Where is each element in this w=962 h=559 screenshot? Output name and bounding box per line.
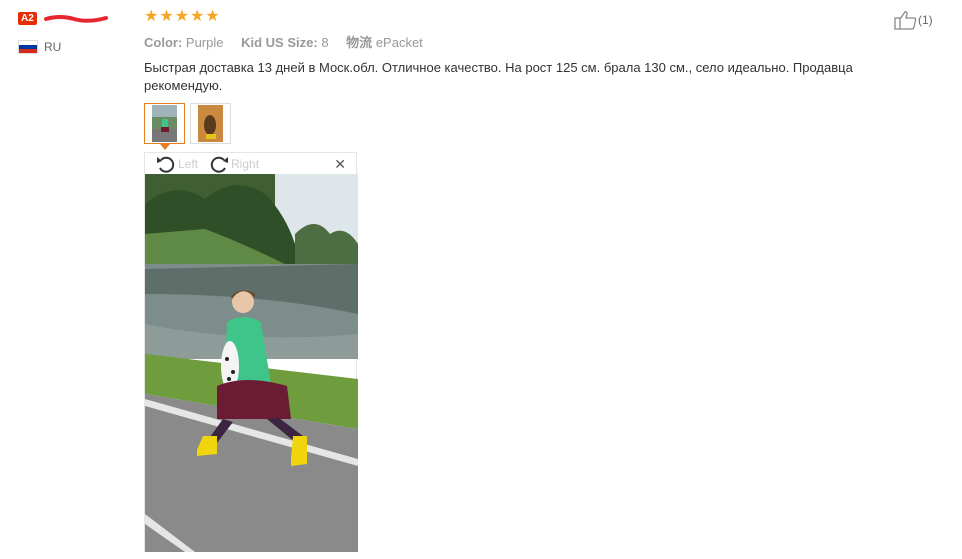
review-photo xyxy=(145,174,358,552)
rotate-left-label: Left xyxy=(178,157,199,171)
size-value: 8 xyxy=(321,35,329,50)
shipping-key: 物流 xyxy=(346,35,373,50)
thumbnail-2[interactable] xyxy=(190,103,231,144)
helpful-button[interactable]: (1) xyxy=(894,10,933,30)
thumbnail-1[interactable] xyxy=(144,103,185,150)
review-content: ★★★★★ Color: Purple Kid US Size: 8 物流 eP… xyxy=(144,8,864,150)
rotate-left-button[interactable]: Left xyxy=(155,154,198,174)
thumbnail-photo-2 xyxy=(198,105,223,142)
color-key: Color: xyxy=(144,35,183,50)
thumbs-up-icon xyxy=(894,11,917,30)
image-viewer: Left Right ✕ xyxy=(144,152,358,552)
rotate-right-label: Right xyxy=(231,157,260,171)
size-key: Kid US Size: xyxy=(241,35,318,50)
shipping-value: ePacket xyxy=(375,35,423,50)
active-thumbnail-pointer xyxy=(160,144,170,150)
color-value: Purple xyxy=(185,35,224,50)
rating-stars: ★★★★★ xyxy=(144,8,221,25)
reviewer-info: A2 RU xyxy=(18,10,128,54)
review-thumbnails xyxy=(144,103,864,150)
username-redacted xyxy=(44,14,109,24)
flag-ru-icon xyxy=(18,40,38,54)
helpful-count: (1) xyxy=(918,13,933,27)
close-icon[interactable]: ✕ xyxy=(334,156,346,173)
rotate-left-icon xyxy=(157,156,175,173)
level-badge: A2 xyxy=(18,12,37,26)
review-text: Быстрая доставка 13 дней в Моск.обл. Отл… xyxy=(144,60,853,93)
rotate-right-icon xyxy=(210,156,229,173)
country: RU xyxy=(18,40,128,54)
thumbnail-photo-1 xyxy=(152,105,177,142)
order-attributes: Color: Purple Kid US Size: 8 物流 ePacket xyxy=(144,32,864,51)
viewer-toolbar: Left Right ✕ xyxy=(145,153,356,175)
country-code: RU xyxy=(44,40,62,54)
rotate-right-button[interactable]: Right xyxy=(208,154,259,174)
